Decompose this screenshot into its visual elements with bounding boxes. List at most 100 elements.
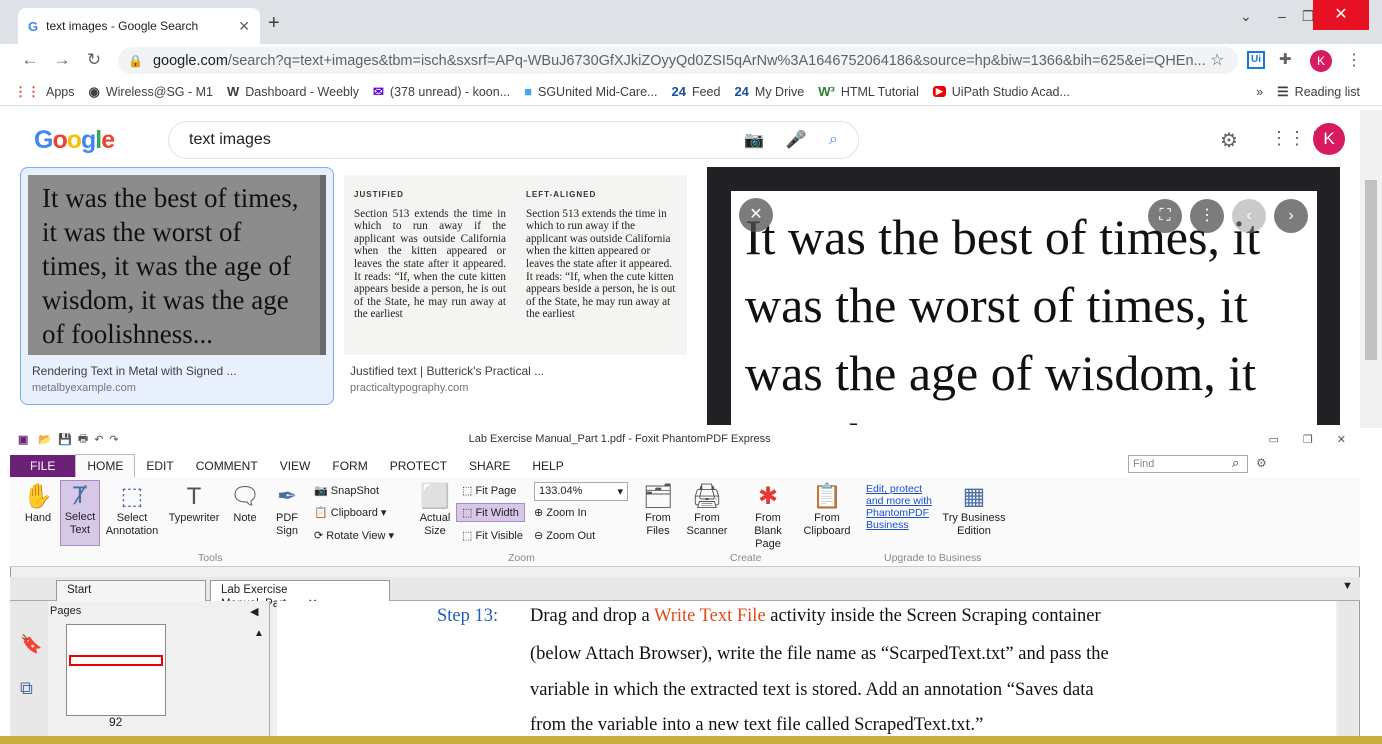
pages-scroll-up-icon[interactable]: ▲: [254, 628, 264, 639]
select-annotation-tool[interactable]: ⬚ Select Annotation: [104, 482, 160, 538]
doc-line-2: (below Attach Browser), write the file n…: [530, 644, 1109, 664]
bookmark-apps[interactable]: ⋮⋮ Apps: [14, 84, 75, 100]
upgrade-link[interactable]: Edit, protect and more with PhantomPDF B…: [866, 483, 940, 531]
foxit-restore-icon[interactable]: ❐: [1303, 433, 1313, 446]
foxit-close-icon[interactable]: ✕: [1337, 433, 1346, 446]
bookmark-sgunited[interactable]: ■ SGUnited Mid-Care...: [524, 84, 657, 99]
reading-list[interactable]: ☰ Reading list: [1277, 84, 1360, 100]
hand-tool[interactable]: ✋ Hand: [22, 482, 54, 525]
fit-visible-button[interactable]: ⬚ Fit Visible: [462, 529, 523, 542]
menu-share[interactable]: SHARE: [458, 455, 521, 477]
back-icon[interactable]: ←: [14, 50, 46, 70]
bookmark-mail[interactable]: ✉ (378 unread) - koon...: [373, 84, 510, 100]
result-1-title[interactable]: Rendering Text in Metal with Signed ...: [32, 364, 237, 378]
doc-line-1: Drag and drop a Write Text File activity…: [530, 606, 1101, 626]
tab-search-icon[interactable]: ⌄: [1240, 8, 1252, 25]
uipath-extension-icon[interactable]: Ui: [1247, 51, 1265, 69]
menu-home[interactable]: HOME: [75, 454, 136, 477]
google-logo[interactable]: Google: [34, 126, 115, 155]
fit-page-button[interactable]: ⬚ Fit Page: [462, 484, 516, 497]
reload-icon[interactable]: ↻: [78, 50, 110, 70]
preview-image[interactable]: It was the best of times, it was the wor…: [731, 191, 1317, 425]
menu-view[interactable]: VIEW: [269, 455, 322, 477]
menu-form[interactable]: FORM: [321, 455, 378, 477]
chrome-menu-icon[interactable]: ⋮: [1346, 50, 1362, 70]
search-input[interactable]: text images: [189, 131, 271, 149]
browser-tab[interactable]: G text images - Google Search ✕: [18, 8, 260, 44]
zoom-out-button[interactable]: ⊖ Zoom Out: [534, 529, 595, 542]
zoom-select[interactable]: 133.04% ▾: [534, 482, 628, 501]
bookmark-weebly[interactable]: W Dashboard - Weebly: [227, 84, 359, 99]
result-2-title[interactable]: Justified text | Butterick's Practical .…: [350, 364, 544, 378]
menu-protect[interactable]: PROTECT: [379, 455, 458, 477]
new-tab-icon[interactable]: +: [268, 12, 280, 35]
actual-size-button[interactable]: ⬜ Actual Size: [418, 482, 452, 538]
note-tool[interactable]: 🗨 Note: [230, 482, 260, 525]
select-text-tool[interactable]: Ⱦ Select Text: [60, 480, 100, 546]
tab-list-icon[interactable]: ▼: [1342, 580, 1353, 592]
undo-icon[interactable]: ↶: [94, 433, 103, 446]
forward-icon[interactable]: →: [46, 50, 78, 70]
foxit-minimize-icon[interactable]: ▭: [1269, 433, 1279, 446]
try-business-button[interactable]: ▦ Try Business Edition: [942, 482, 1006, 538]
find-search-icon[interactable]: ⌕: [1232, 455, 1239, 471]
redo-icon[interactable]: ↷: [109, 433, 118, 446]
close-preview-icon[interactable]: ✕: [739, 198, 773, 232]
from-clipboard-button[interactable]: 📋 From Clipboard: [802, 482, 852, 538]
bookmark-drive[interactable]: 24 My Drive: [734, 84, 804, 99]
pages-panel-icon[interactable]: ⧉: [20, 678, 33, 699]
collapse-panel-icon[interactable]: ◀: [250, 605, 258, 618]
save-icon[interactable]: 💾: [58, 433, 72, 446]
print-icon[interactable]: 🖶: [78, 430, 88, 449]
minimize-icon[interactable]: –: [1278, 8, 1286, 24]
from-blank-page-button[interactable]: ✱ From Blank Page: [740, 482, 796, 551]
zoom-in-button[interactable]: ⊕ Zoom In: [534, 506, 587, 519]
bookmarks-overflow-icon[interactable]: »: [1256, 85, 1263, 99]
tab-start[interactable]: Start: [56, 580, 206, 601]
star-icon[interactable]: ☆: [1210, 50, 1224, 70]
profile-avatar[interactable]: K: [1310, 50, 1332, 72]
typewriter-tool[interactable]: T Typewriter: [166, 482, 222, 525]
bookmarks-bar: ⋮⋮ Apps ◉ Wireless@SG - M1 W Dashboard - We…: [0, 78, 1382, 106]
google-avatar[interactable]: K: [1313, 123, 1345, 155]
tab-close-icon[interactable]: ✕: [238, 18, 250, 35]
snapshot-button[interactable]: 📷 SnapShot: [314, 484, 379, 497]
mic-icon[interactable]: 🎤: [786, 130, 807, 150]
clipboard-button[interactable]: 📋 Clipboard ▾: [314, 506, 386, 519]
find-options-icon[interactable]: ⚙: [1256, 456, 1267, 470]
address-bar[interactable]: 🔒 google.com/search?q=text+images&tbm=is…: [118, 47, 1238, 74]
menu-help[interactable]: HELP: [521, 455, 574, 477]
previous-icon[interactable]: ‹: [1232, 199, 1266, 233]
result-2-image[interactable]: JUSTIFIED Section 513 extends the time i…: [344, 175, 687, 355]
chrome-scroll-thumb[interactable]: [1365, 180, 1377, 360]
result-1-image[interactable]: It was the best of times, it was the wor…: [28, 175, 326, 355]
search-box[interactable]: text images 📷 🎤 ⌕: [168, 121, 859, 159]
page-thumbnail[interactable]: [66, 624, 166, 716]
bookmark-html-tutorial[interactable]: W³ HTML Tutorial: [818, 84, 919, 99]
pdf-sign-tool[interactable]: ✒ PDF Sign: [268, 482, 306, 538]
bookmark-wireless[interactable]: ◉ Wireless@SG - M1: [89, 84, 214, 100]
bookmarks-panel-icon[interactable]: 🔖: [20, 634, 42, 655]
next-icon[interactable]: ›: [1274, 199, 1308, 233]
fit-width-button[interactable]: ⬚ Fit Width: [456, 503, 525, 522]
menu-edit[interactable]: EDIT: [135, 455, 184, 477]
settings-gear-icon[interactable]: ⚙: [1220, 128, 1238, 153]
window-close-icon[interactable]: ✕: [1313, 0, 1369, 30]
open-icon[interactable]: 📂: [38, 433, 52, 446]
more-options-icon[interactable]: ⋮: [1190, 199, 1224, 233]
lens-icon[interactable]: ⛶: [1148, 199, 1182, 233]
search-icon[interactable]: ⌕: [829, 131, 838, 149]
document-scrollbar[interactable]: [1338, 601, 1358, 744]
tab-lab-manual[interactable]: Lab Exercise Manual_Part...✕: [210, 580, 390, 610]
bookmark-uipath[interactable]: ▶ UiPath Studio Acad...: [932, 85, 1070, 99]
from-scanner-button[interactable]: 🖨 From Scanner: [682, 482, 732, 538]
extensions-icon[interactable]: ✚: [1279, 50, 1292, 68]
bookmark-feed[interactable]: 24 Feed: [671, 84, 720, 99]
find-input[interactable]: Find: [1128, 455, 1248, 473]
rotate-view-button[interactable]: ⟳ Rotate View ▾: [314, 529, 394, 542]
from-files-button[interactable]: 🗂 From Files: [640, 482, 676, 538]
camera-icon[interactable]: 📷: [744, 130, 764, 150]
menu-comment[interactable]: COMMENT: [185, 455, 269, 477]
menu-file[interactable]: FILE: [10, 455, 76, 477]
apps-icon: ⋮⋮: [14, 83, 40, 99]
